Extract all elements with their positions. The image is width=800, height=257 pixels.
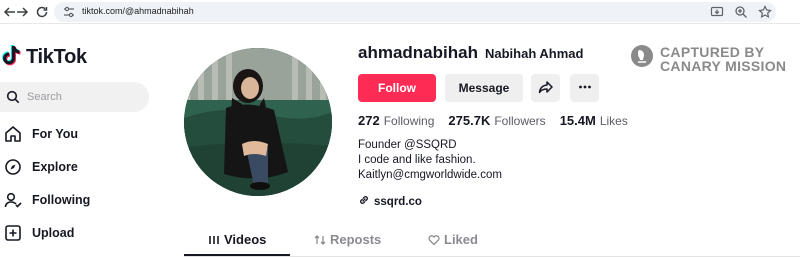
profile-tabs: Videos Reposts Liked bbox=[184, 228, 800, 257]
upload-plus-icon bbox=[4, 224, 22, 242]
profile-username: ahmadnabihah bbox=[358, 43, 478, 62]
browser-toolbar: tiktok.com/@ahmadnabihah bbox=[0, 0, 800, 24]
canary-mission-watermark: CAPTURED BY CANARY MISSION bbox=[630, 44, 786, 73]
followers-label: Followers bbox=[494, 114, 546, 128]
url-text[interactable]: tiktok.com/@ahmadnabihah bbox=[82, 6, 194, 16]
search-input[interactable]: Search bbox=[0, 82, 149, 112]
bio-line: Kaitlyn@cmgworldwide.com bbox=[358, 169, 502, 181]
followers-count: 275.7K bbox=[448, 113, 491, 128]
message-button[interactable]: Message bbox=[445, 74, 523, 102]
tab-liked[interactable]: Liked bbox=[428, 232, 478, 247]
following-stat[interactable]: 272 Following bbox=[358, 113, 434, 128]
bookmark-star-icon[interactable] bbox=[758, 5, 772, 19]
sidebar-item-label: Explore bbox=[32, 160, 78, 174]
sidebar-item-upload[interactable]: Upload bbox=[4, 224, 74, 242]
profile-display-name: Nabihah Ahmad bbox=[485, 46, 584, 61]
tab-label: Reposts bbox=[330, 232, 382, 247]
active-tab-indicator bbox=[184, 254, 290, 256]
tiktok-logo[interactable]: TikTok bbox=[2, 44, 87, 71]
watermark-line-1: CAPTURED BY bbox=[660, 43, 765, 60]
home-icon bbox=[4, 125, 22, 143]
canary-logo-icon bbox=[630, 44, 654, 73]
search-placeholder: Search bbox=[27, 91, 62, 103]
profile-stats: 272 Following 275.7K Followers 15.4M Likes bbox=[358, 113, 628, 128]
arrow-right-icon[interactable] bbox=[14, 4, 30, 20]
link-text[interactable]: ssqrd.co bbox=[374, 196, 422, 208]
avatar[interactable] bbox=[184, 48, 332, 196]
logo-text: TikTok bbox=[26, 46, 87, 68]
address-bar[interactable]: tiktok.com/@ahmadnabihah bbox=[54, 2, 776, 22]
profile-link[interactable]: ssqrd.co bbox=[358, 194, 422, 209]
repost-icon bbox=[314, 234, 326, 246]
zoom-icon[interactable] bbox=[734, 5, 748, 19]
sidebar-item-label: Upload bbox=[32, 226, 75, 240]
install-app-icon[interactable] bbox=[710, 5, 724, 19]
likes-count: 15.4M bbox=[559, 113, 596, 128]
search-icon bbox=[6, 90, 20, 104]
tab-videos[interactable]: Videos bbox=[208, 232, 266, 247]
heart-lock-icon bbox=[428, 234, 440, 246]
videos-grid-icon bbox=[208, 234, 220, 246]
share-button[interactable] bbox=[531, 74, 560, 102]
more-options-button[interactable] bbox=[570, 74, 599, 102]
profile-bio: Founder @SSQRD I code and like fashion. … bbox=[358, 138, 502, 183]
sidebar-item-explore[interactable]: Explore bbox=[4, 158, 78, 176]
likes-label: Likes bbox=[599, 114, 628, 128]
compass-icon bbox=[4, 158, 22, 176]
follow-button[interactable]: Follow bbox=[358, 74, 436, 102]
followers-stat[interactable]: 275.7K Followers bbox=[448, 113, 545, 128]
bio-line: I code and like fashion. bbox=[358, 154, 476, 166]
bio-line: Founder @SSQRD bbox=[358, 139, 457, 151]
tab-label: Videos bbox=[224, 232, 267, 247]
more-dots-icon bbox=[577, 79, 593, 98]
tab-label: Liked bbox=[444, 232, 478, 247]
reload-icon[interactable] bbox=[34, 4, 50, 20]
likes-stat: 15.4M Likes bbox=[560, 113, 628, 128]
sidebar-item-following[interactable]: Following bbox=[4, 191, 90, 209]
link-icon bbox=[358, 194, 370, 209]
tab-reposts[interactable]: Reposts bbox=[314, 232, 381, 247]
following-count: 272 bbox=[358, 113, 380, 128]
sidebar-item-label: Following bbox=[32, 193, 91, 207]
sidebar-item-for-you[interactable]: For You bbox=[4, 125, 78, 143]
share-arrow-icon bbox=[538, 79, 554, 98]
tiktok-note-icon bbox=[2, 44, 22, 71]
user-following-icon bbox=[4, 191, 22, 209]
watermark-line-2: CANARY MISSION bbox=[660, 57, 787, 74]
site-settings-icon[interactable] bbox=[62, 5, 76, 19]
sidebar-item-label: For You bbox=[32, 127, 79, 141]
following-label: Following bbox=[383, 114, 435, 128]
